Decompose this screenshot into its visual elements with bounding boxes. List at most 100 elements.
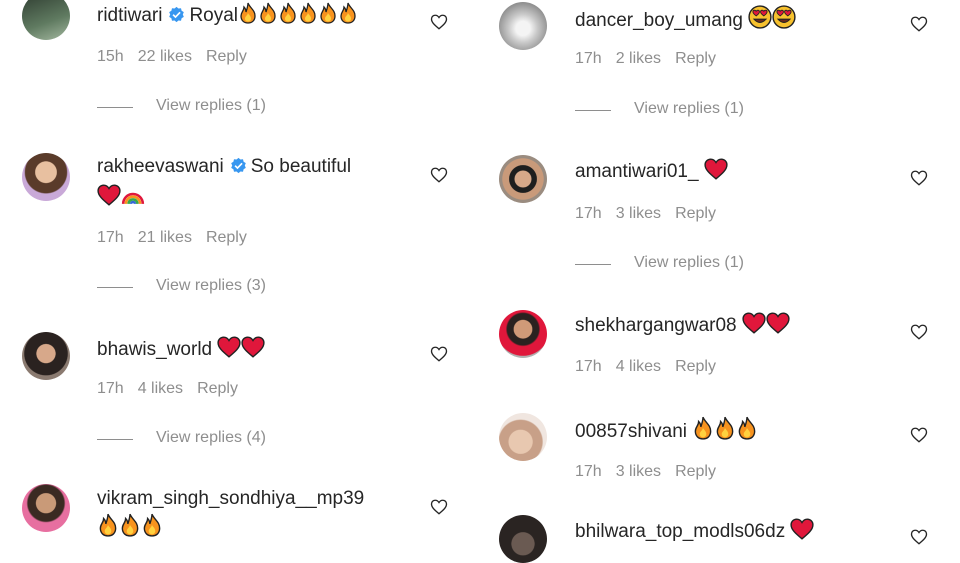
fire-emoji-icon: [278, 2, 298, 24]
username[interactable]: dancer_boy_umang: [575, 10, 743, 31]
like-count[interactable]: 4 likes: [616, 358, 661, 375]
heart-eyes-emoji-icon: [772, 5, 796, 29]
like-count[interactable]: 3 likes: [616, 463, 661, 480]
comment-time: 17h: [97, 380, 124, 397]
reply-button[interactable]: Reply: [675, 463, 716, 480]
replies-divider: [575, 264, 611, 265]
comment-text-line: bhilwara_top_modls06dz: [575, 518, 814, 544]
like-heart-icon[interactable]: [910, 169, 928, 187]
heart-emoji-icon: [241, 336, 265, 358]
like-heart-icon[interactable]: [430, 498, 448, 516]
comment-time: 17h: [575, 358, 602, 375]
fire-emoji-icon: [692, 416, 714, 440]
reply-button[interactable]: Reply: [675, 358, 716, 375]
comment-emoji-line: [97, 182, 145, 210]
view-replies-button[interactable]: View replies (1): [634, 254, 744, 272]
comment-meta: 17h 3 likes Reply: [575, 463, 730, 481]
like-count[interactable]: 2 likes: [616, 50, 661, 67]
like-count[interactable]: 22 likes: [138, 48, 192, 65]
username[interactable]: bhawis_world: [97, 339, 212, 360]
replies-divider: [575, 110, 611, 111]
reply-button[interactable]: Reply: [675, 50, 716, 67]
fire-emoji-icon: [318, 2, 338, 24]
comment-meta: 17h 3 likes Reply: [575, 205, 730, 223]
comment-time: 17h: [575, 463, 602, 480]
fire-emoji-icon: [119, 513, 141, 537]
heart-emoji-icon: [704, 158, 728, 180]
reply-button[interactable]: Reply: [197, 380, 238, 397]
fire-emoji-icon: [258, 2, 278, 24]
heart-eyes-emoji-icon: [748, 5, 772, 29]
comment-text-line: ridtiwari Royal: [97, 2, 358, 28]
avatar[interactable]: [499, 515, 547, 563]
like-heart-icon[interactable]: [430, 166, 448, 184]
comment-meta: 17h 4 likes Reply: [97, 380, 252, 398]
comment-text: Royal: [189, 5, 239, 26]
view-replies-button[interactable]: View replies (1): [634, 100, 744, 118]
fire-emoji-icon: [338, 2, 358, 24]
like-count[interactable]: 4 likes: [138, 380, 183, 397]
avatar[interactable]: [22, 484, 70, 532]
comment-text-line: 00857shivani: [575, 416, 758, 444]
like-heart-icon[interactable]: [910, 426, 928, 444]
comment-text-line: shekhargangwar08: [575, 312, 790, 338]
comment-text-line: amantiwari01_: [575, 158, 728, 184]
fire-emoji-group: [238, 5, 358, 26]
avatar[interactable]: [22, 332, 70, 380]
heart-emoji-icon: [217, 336, 241, 358]
comment-emoji-line: [97, 513, 163, 541]
comment-text-line: rakheevaswani So beautiful: [97, 155, 351, 179]
username[interactable]: rakheevaswani: [97, 156, 224, 177]
heart-emoji-icon: [790, 518, 814, 540]
avatar[interactable]: [22, 0, 70, 40]
like-heart-icon[interactable]: [910, 15, 928, 33]
comment-text-line: vikram_singh_sondhiya__mp39: [97, 487, 364, 511]
avatar[interactable]: [499, 310, 547, 358]
avatar[interactable]: [22, 153, 70, 201]
like-heart-icon[interactable]: [910, 528, 928, 546]
reply-button[interactable]: Reply: [675, 205, 716, 222]
comment-time: 17h: [575, 50, 602, 67]
comment-text-line: dancer_boy_umang: [575, 5, 796, 33]
view-replies-button[interactable]: View replies (4): [156, 429, 266, 447]
comment-text: So beautiful: [250, 156, 352, 177]
heart-emoji-icon: [97, 184, 121, 206]
comment-meta: 17h 2 likes Reply: [575, 50, 730, 68]
avatar[interactable]: [499, 155, 547, 203]
replies-divider: [97, 439, 133, 440]
heart-emoji-icon: [742, 312, 766, 334]
username[interactable]: bhilwara_top_modls06dz: [575, 521, 785, 542]
username[interactable]: 00857shivani: [575, 421, 687, 442]
view-replies-button[interactable]: View replies (3): [156, 277, 266, 295]
username[interactable]: shekhargangwar08: [575, 315, 737, 336]
username[interactable]: vikram_singh_sondhiya__mp39: [97, 488, 364, 509]
fire-emoji-icon: [298, 2, 318, 24]
comment-meta: 17h 4 likes Reply: [575, 358, 730, 376]
reply-button[interactable]: Reply: [206, 48, 247, 65]
username[interactable]: ridtiwari: [97, 5, 162, 26]
fire-emoji-icon: [97, 513, 119, 537]
comment-text-line: bhawis_world: [97, 336, 265, 362]
username[interactable]: amantiwari01_: [575, 161, 699, 182]
avatar[interactable]: [499, 2, 547, 50]
like-count[interactable]: 3 likes: [616, 205, 661, 222]
like-heart-icon[interactable]: [430, 345, 448, 363]
like-heart-icon[interactable]: [910, 323, 928, 341]
comment-meta: 15h 22 likes Reply: [97, 48, 261, 66]
fire-emoji-icon: [141, 513, 163, 537]
heart-emoji-icon: [766, 312, 790, 334]
reply-button[interactable]: Reply: [206, 229, 247, 246]
fire-emoji-icon: [736, 416, 758, 440]
verified-badge-icon: [230, 157, 247, 174]
rainbow-emoji-icon: [121, 182, 145, 206]
view-replies-button[interactable]: View replies (1): [156, 97, 266, 115]
replies-divider: [97, 287, 133, 288]
comment-time: 15h: [97, 48, 124, 65]
avatar[interactable]: [499, 413, 547, 461]
comment-meta: 17h 21 likes Reply: [97, 229, 261, 247]
comment-time: 17h: [575, 205, 602, 222]
fire-emoji-icon: [714, 416, 736, 440]
like-count[interactable]: 21 likes: [138, 229, 192, 246]
verified-badge-icon: [168, 6, 185, 23]
like-heart-icon[interactable]: [430, 13, 448, 31]
